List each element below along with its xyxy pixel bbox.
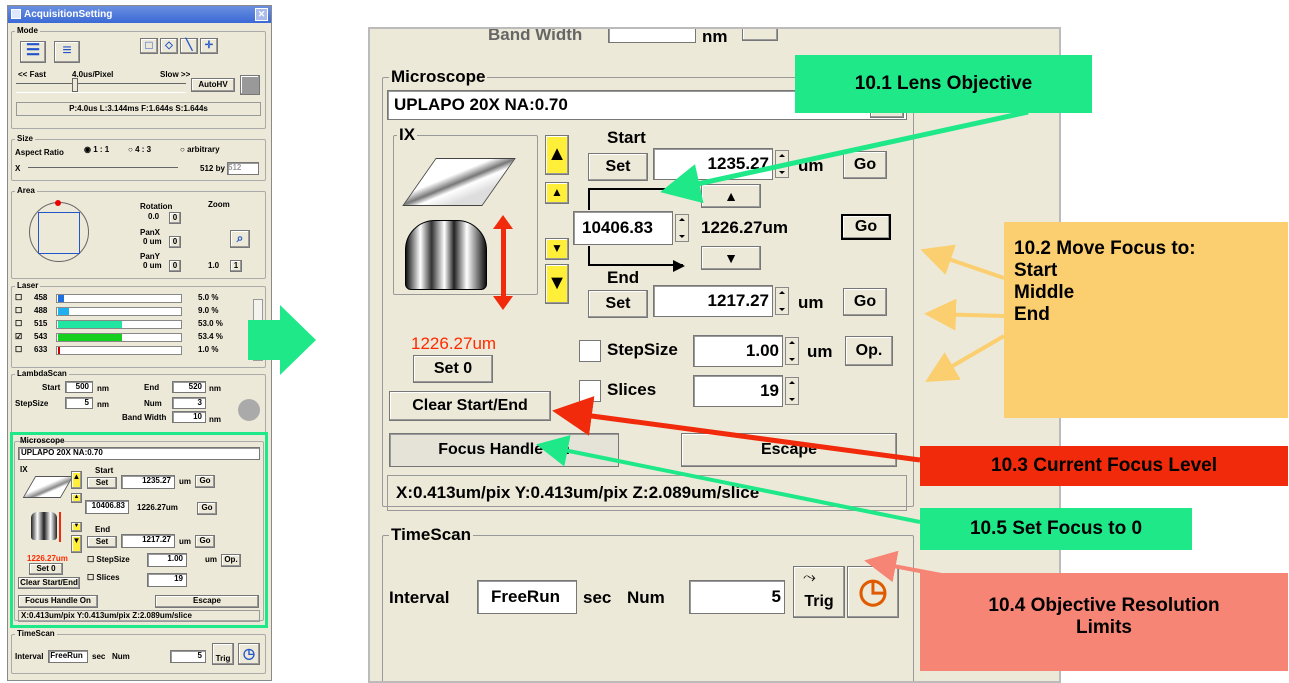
arrow-move-end <box>925 334 1006 383</box>
arrow-resolution <box>864 550 969 583</box>
arrow-move-middle <box>924 298 1005 331</box>
arrow-lens <box>660 109 1029 204</box>
callout-arrows <box>536 109 1029 583</box>
arrow-set0 <box>536 435 921 524</box>
arrow-move-start <box>920 244 1005 280</box>
arrow-current-focus <box>552 396 921 463</box>
